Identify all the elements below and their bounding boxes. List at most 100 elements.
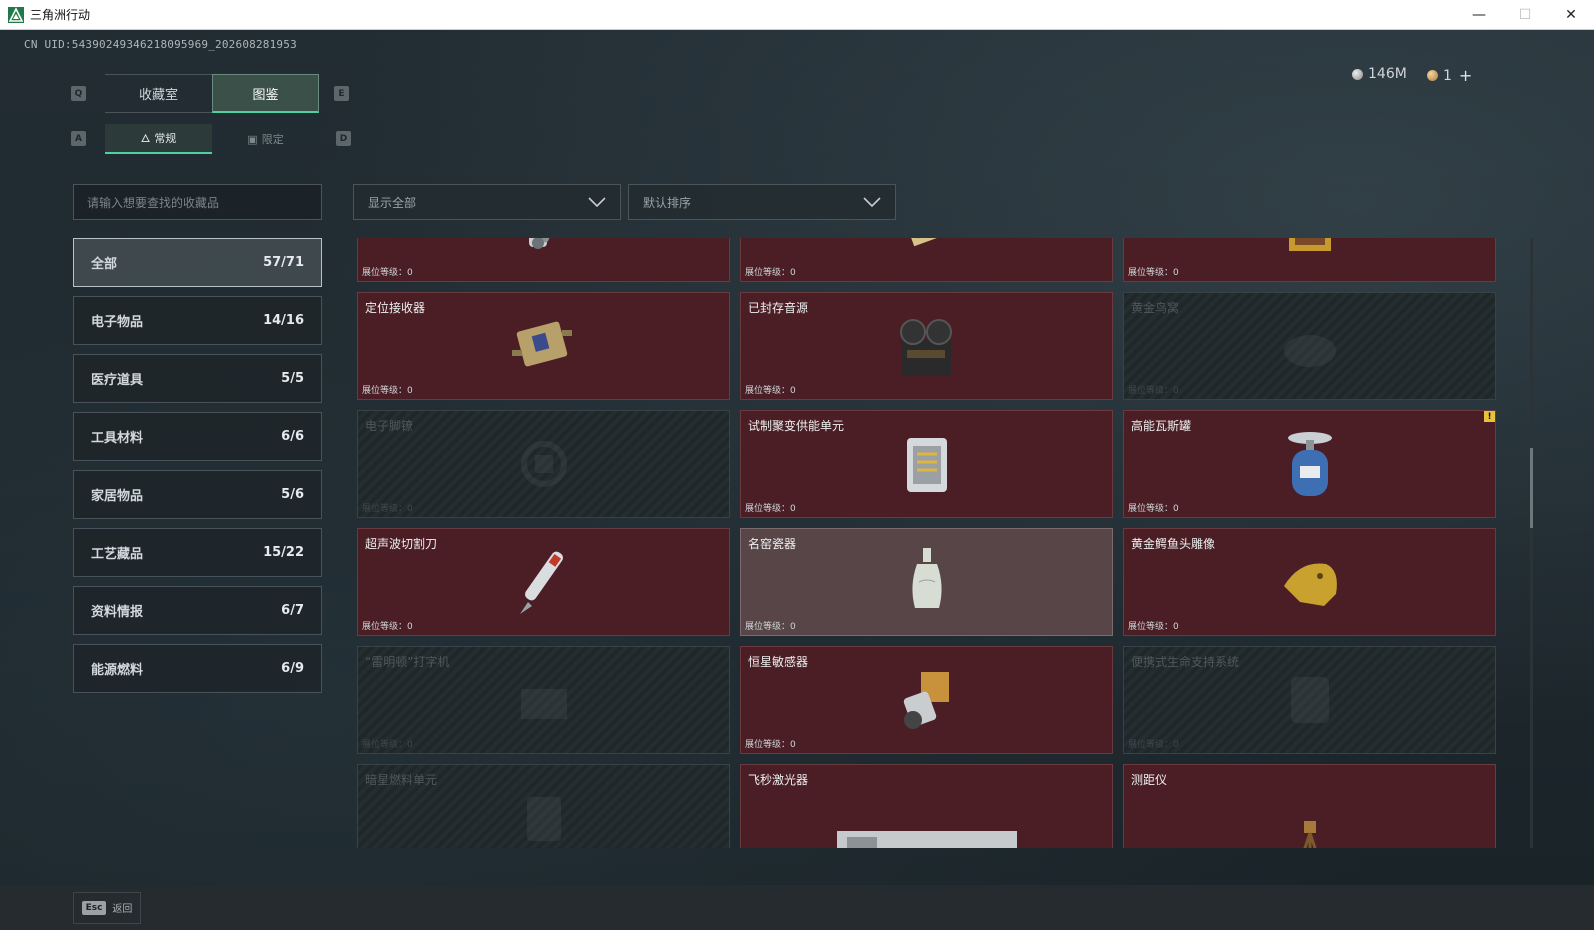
tab-catalog[interactable]: 图鉴 bbox=[212, 74, 319, 113]
category-label: 工艺藏品 bbox=[91, 547, 144, 562]
collection-card[interactable]: 展位等级：0 bbox=[1123, 238, 1496, 282]
booth-level-label: 展位等级：0 bbox=[362, 740, 413, 750]
minimize-button[interactable]: — bbox=[1456, 0, 1502, 30]
filter-dropdown[interactable]: 显示全部 bbox=[353, 184, 621, 220]
tab-collection-room[interactable]: 收藏室 bbox=[105, 74, 212, 113]
booth-level-label: 展位等级：0 bbox=[1128, 740, 1179, 750]
sort-dropdown[interactable]: 默认排序 bbox=[628, 184, 896, 220]
booth-level-label: 展位等级：0 bbox=[745, 386, 796, 396]
collection-card[interactable]: 高能瓦斯罐 展位等级：0! bbox=[1123, 410, 1496, 518]
card-title: 电子脚镣 bbox=[365, 419, 414, 433]
collection-card[interactable]: 暗星燃料单元展位等级：0 bbox=[357, 764, 730, 848]
gas-canister-icon bbox=[1267, 421, 1353, 507]
back-button[interactable]: Esc 返回 bbox=[73, 891, 141, 924]
category-count: 6/6 bbox=[281, 429, 304, 444]
subtab-regular[interactable]: 🜂 常规 bbox=[105, 124, 212, 154]
close-button[interactable]: ✕ bbox=[1548, 0, 1594, 30]
collection-card[interactable]: 测距仪展位等级：0 bbox=[1123, 764, 1496, 848]
booth-level-label: 展位等级：0 bbox=[362, 622, 413, 632]
collection-card[interactable]: 展位等级：0 bbox=[357, 238, 730, 282]
bottom-bar: Esc 返回 bbox=[0, 885, 1594, 930]
window-controls: — ☐ ✕ bbox=[1456, 0, 1594, 30]
maximize-button[interactable]: ☐ bbox=[1502, 0, 1548, 30]
collection-card[interactable]: 便携式生命支持系统展位等级：0 bbox=[1123, 646, 1496, 754]
subtab-limited[interactable]: ▣ 限定 bbox=[212, 124, 319, 154]
card-title: 已封存音源 bbox=[748, 301, 809, 315]
esc-key-hint: Esc bbox=[81, 900, 107, 915]
collection-card[interactable]: 飞秒激光器展位等级：0 bbox=[740, 764, 1113, 848]
gold-currency: 1 + bbox=[1427, 66, 1472, 85]
category-medical[interactable]: 医疗道具 5/5 bbox=[73, 354, 322, 403]
flame-icon: 🜂 bbox=[140, 132, 151, 145]
collection-card[interactable]: 超声波切割刀 展位等级：0 bbox=[357, 528, 730, 636]
card-title: “雷明顿”打字机 bbox=[365, 655, 450, 669]
collection-card[interactable]: “雷明顿”打字机展位等级：0 bbox=[357, 646, 730, 754]
ankle-monitor-icon bbox=[501, 421, 587, 507]
category-count: 57/71 bbox=[263, 255, 304, 270]
category-tools[interactable]: 工具材料 6/6 bbox=[73, 412, 322, 461]
category-energy[interactable]: 能源燃料 6/9 bbox=[73, 644, 322, 693]
key-hint-d: D bbox=[336, 131, 351, 146]
card-title: 定位接收器 bbox=[365, 301, 426, 315]
card-title: 名窑瓷器 bbox=[748, 537, 797, 551]
card-title: 高能瓦斯罐 bbox=[1131, 419, 1192, 433]
scrollbar-thumb[interactable] bbox=[1530, 448, 1533, 528]
collection-card[interactable]: 已封存音源展位等级：0 bbox=[740, 292, 1113, 400]
uid-text: CN UID:54390249346218095969_202608281953 bbox=[24, 38, 297, 51]
collection-card[interactable]: 黄金鸟窝展位等级：0 bbox=[1123, 292, 1496, 400]
porcelain-vase-icon bbox=[884, 539, 970, 625]
card-title: 便携式生命支持系统 bbox=[1131, 655, 1240, 669]
collection-card[interactable]: 定位接收器 展位等级：0 bbox=[357, 292, 730, 400]
collection-card[interactable]: 展位等级：0 bbox=[740, 238, 1113, 282]
item-grid: 展位等级：0 展位等级：0 展位等级：0 定位接收器 展位等级：0 已封存音源 展位等级：0… bbox=[357, 238, 1496, 848]
subtab-limited-label: 限定 bbox=[261, 133, 284, 146]
category-label: 工具材料 bbox=[91, 431, 144, 446]
collection-card[interactable]: 电子脚镣展位等级：0 bbox=[357, 410, 730, 518]
category-intel[interactable]: 资料情报 6/7 bbox=[73, 586, 322, 635]
booth-level-label: 展位等级：0 bbox=[745, 268, 796, 278]
category-household[interactable]: 家居物品 5/6 bbox=[73, 470, 322, 519]
collection-card[interactable]: 名窑瓷器 展位等级：0 bbox=[740, 528, 1113, 636]
grid-scrollbar[interactable] bbox=[1530, 238, 1533, 848]
gold-coin-icon bbox=[1427, 70, 1438, 81]
silver-amount: 146M bbox=[1368, 66, 1407, 82]
picture-icon: ▣ bbox=[247, 132, 258, 146]
booth-level-label: 展位等级：0 bbox=[1128, 622, 1179, 632]
category-count: 6/9 bbox=[281, 661, 304, 676]
collection-card[interactable]: 黄金鳄鱼头雕像展位等级：0 bbox=[1123, 528, 1496, 636]
category-all[interactable]: 全部 57/71 bbox=[73, 238, 322, 287]
collection-card[interactable]: 试制聚变供能单元 展位等级：0 bbox=[740, 410, 1113, 518]
category-electronics[interactable]: 电子物品 14/16 bbox=[73, 296, 322, 345]
search-input[interactable]: 请输入想要查找的收藏品 bbox=[73, 184, 322, 220]
card-title: 黄金鸟窝 bbox=[1131, 301, 1180, 315]
gold-amount: 1 bbox=[1443, 67, 1452, 84]
sort-value: 默认排序 bbox=[643, 195, 692, 210]
silver-coin-icon bbox=[1352, 68, 1363, 80]
ornate-book-icon bbox=[884, 238, 970, 271]
category-label: 电子物品 bbox=[91, 315, 144, 330]
chevron-down-icon bbox=[863, 197, 881, 207]
fuel-cell-icon bbox=[501, 775, 587, 848]
collection-card[interactable]: 恒星敏感器 展位等级：0 bbox=[740, 646, 1113, 754]
search-placeholder: 请输入想要查找的收藏品 bbox=[87, 195, 220, 210]
key-hint-a: A bbox=[71, 131, 86, 146]
key-hint-e: E bbox=[334, 86, 349, 101]
card-title: 飞秒激光器 bbox=[748, 773, 809, 787]
card-title: 黄金鳄鱼头雕像 bbox=[1131, 537, 1216, 551]
category-crafts[interactable]: 工艺藏品 15/22 bbox=[73, 528, 322, 577]
ultrasonic-cutter-icon bbox=[501, 539, 587, 625]
category-list: 全部 57/71 电子物品 14/16 医疗道具 5/5 工具材料 6/6 家居… bbox=[73, 238, 322, 702]
category-count: 14/16 bbox=[263, 313, 304, 328]
reel-recorder-icon bbox=[884, 303, 970, 389]
rangefinder-tripod-icon bbox=[1267, 788, 1353, 848]
subtab-regular-label: 常规 bbox=[154, 132, 177, 145]
category-label: 医疗道具 bbox=[91, 373, 144, 388]
add-currency-button[interactable]: + bbox=[1459, 66, 1472, 85]
booth-level-label: 展位等级：0 bbox=[1128, 504, 1179, 514]
typewriter-icon bbox=[501, 657, 587, 743]
booth-level-label: 展位等级：0 bbox=[362, 504, 413, 514]
booth-level-label: 展位等级：0 bbox=[745, 504, 796, 514]
booth-level-label: 展位等级：0 bbox=[1128, 386, 1179, 396]
card-title: 恒星敏感器 bbox=[748, 655, 809, 669]
framed-painting-icon bbox=[1267, 238, 1353, 271]
